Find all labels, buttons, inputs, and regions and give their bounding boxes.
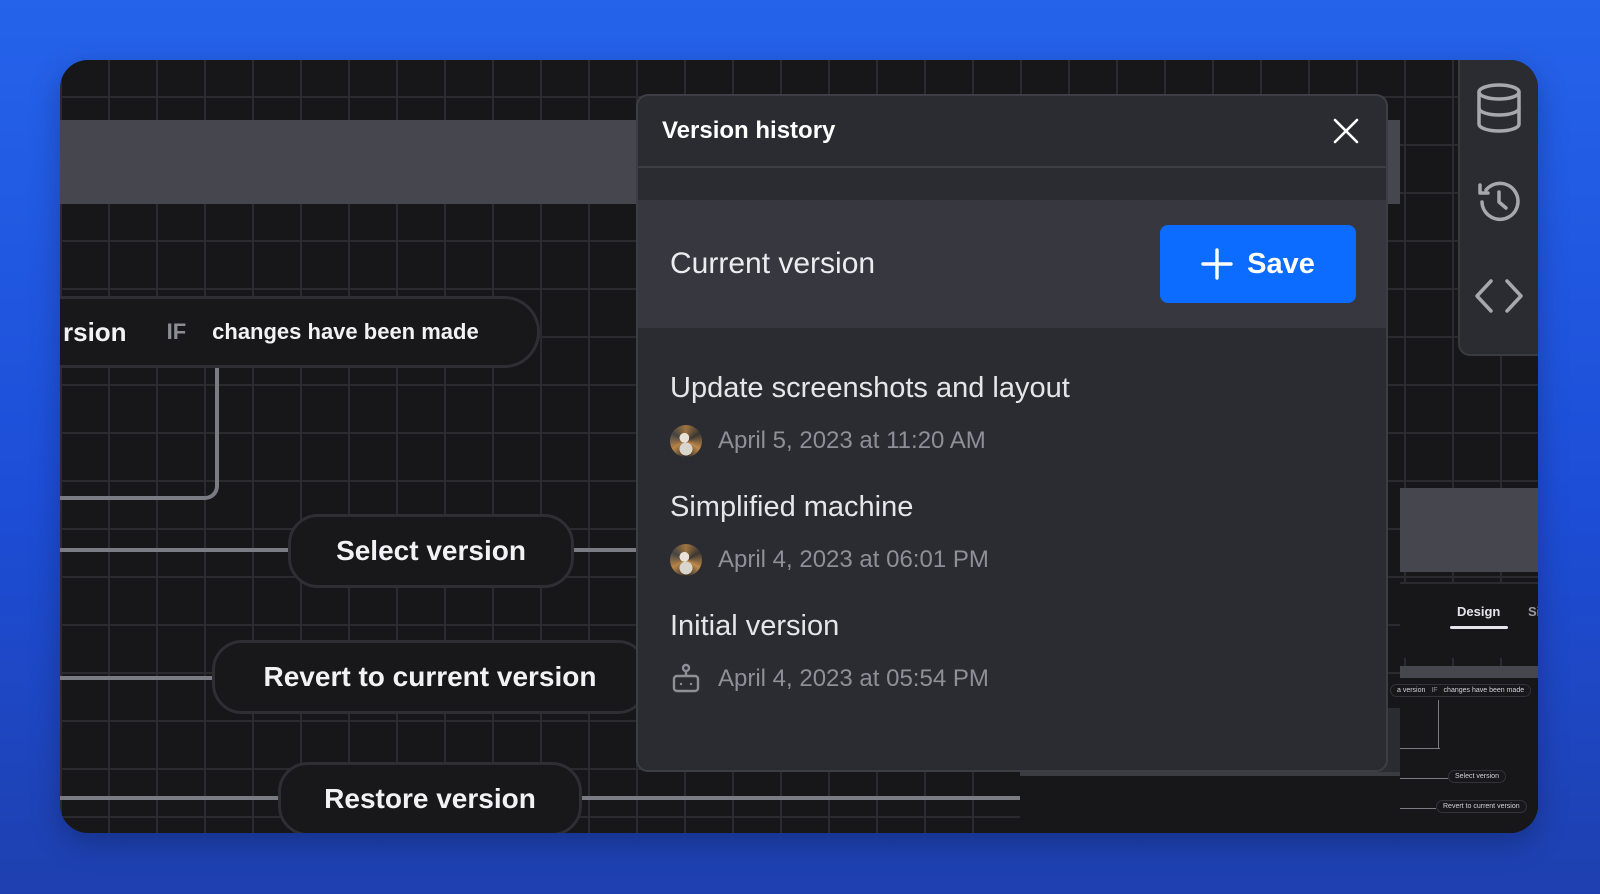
tab-active-indicator [1450, 626, 1508, 629]
app-window: rsion IF changes have been made Select v… [60, 60, 1538, 833]
version-timestamp: April 4, 2023 at 06:01 PM [718, 546, 989, 573]
if-node-label: rsion [63, 316, 127, 347]
version-title: Simplified machine [670, 491, 914, 523]
mini-edge [1438, 700, 1439, 748]
version-meta: April 5, 2023 at 11:20 AM [670, 425, 1354, 457]
mini-node-select: Select version [1448, 770, 1506, 783]
node-label: Restore version [324, 783, 536, 814]
preview-band [1400, 666, 1538, 678]
robot-icon [672, 663, 700, 693]
mini-if-keyword: IF [1431, 687, 1438, 694]
avatar [670, 544, 702, 576]
panel-header: Version history [638, 96, 1386, 168]
version-item[interactable]: Initial version April 4, 2023 at 05:54 P… [670, 610, 1354, 695]
tab-partial[interactable]: Si [1528, 604, 1538, 619]
mini-if-node: a version IF changes have been made [1390, 684, 1532, 697]
node-label: Select version [336, 535, 526, 566]
sidebar-item-database[interactable] [1472, 83, 1526, 133]
node-label: Revert to current version [263, 661, 597, 692]
mini-node-revert: Revert to current version [1436, 800, 1527, 813]
version-timestamp: April 5, 2023 at 11:20 AM [718, 427, 986, 454]
panel-title: Version history [662, 117, 836, 144]
edge [60, 548, 290, 552]
version-history-panel: Version history Current version Save Upd… [636, 94, 1388, 772]
node-revert-version[interactable]: Revert to current version [212, 640, 648, 714]
sidebar-item-history[interactable] [1472, 178, 1526, 226]
node-select-version[interactable]: Select version [288, 514, 574, 588]
plus-icon [1201, 248, 1233, 280]
mini-if-label: a version [1397, 687, 1426, 694]
tab-design[interactable]: Design [1457, 604, 1500, 619]
if-condition: changes have been made [212, 319, 479, 344]
version-list: Update screenshots and layout April 5, 2… [638, 328, 1386, 695]
edge-connector [60, 368, 219, 500]
node-restore-version[interactable]: Restore version [278, 762, 582, 833]
close-button[interactable] [1330, 115, 1362, 147]
preview-header-band [1400, 488, 1538, 572]
avatar [670, 425, 702, 457]
if-node[interactable]: rsion IF changes have been made [60, 296, 540, 368]
version-title: Initial version [670, 610, 840, 642]
edge [60, 676, 215, 680]
if-keyword: IF [166, 319, 187, 344]
edge [60, 796, 280, 800]
current-version-row: Current version Save [638, 200, 1386, 328]
version-item[interactable]: Simplified machine April 4, 2023 at 06:0… [670, 491, 1354, 576]
preview-tabs [1400, 582, 1538, 658]
mini-if-condition: changes have been made [1443, 687, 1525, 694]
save-button[interactable]: Save [1160, 225, 1356, 303]
version-timestamp: April 4, 2023 at 05:54 PM [718, 665, 989, 692]
edge [570, 548, 640, 552]
right-sidebar [1458, 60, 1538, 356]
mini-edge [1400, 778, 1448, 779]
history-icon [1478, 181, 1520, 222]
version-title: Update screenshots and layout [670, 372, 1070, 404]
database-icon [1477, 83, 1521, 133]
panel-spacer [638, 168, 1386, 200]
mini-edge [1400, 748, 1440, 749]
sidebar-item-code[interactable] [1472, 272, 1526, 320]
version-meta: April 4, 2023 at 05:54 PM [670, 663, 1354, 695]
edge [580, 796, 1020, 800]
mini-edge [1400, 808, 1436, 809]
save-button-label: Save [1247, 247, 1315, 280]
current-version-label: Current version [670, 247, 876, 280]
version-meta: April 4, 2023 at 06:01 PM [670, 544, 1354, 576]
version-item[interactable]: Update screenshots and layout April 5, 2… [670, 372, 1354, 457]
close-icon [1333, 118, 1359, 144]
code-icon [1475, 279, 1523, 313]
mini-canvas-preview: a version IF changes have been made Sele… [1390, 678, 1538, 833]
